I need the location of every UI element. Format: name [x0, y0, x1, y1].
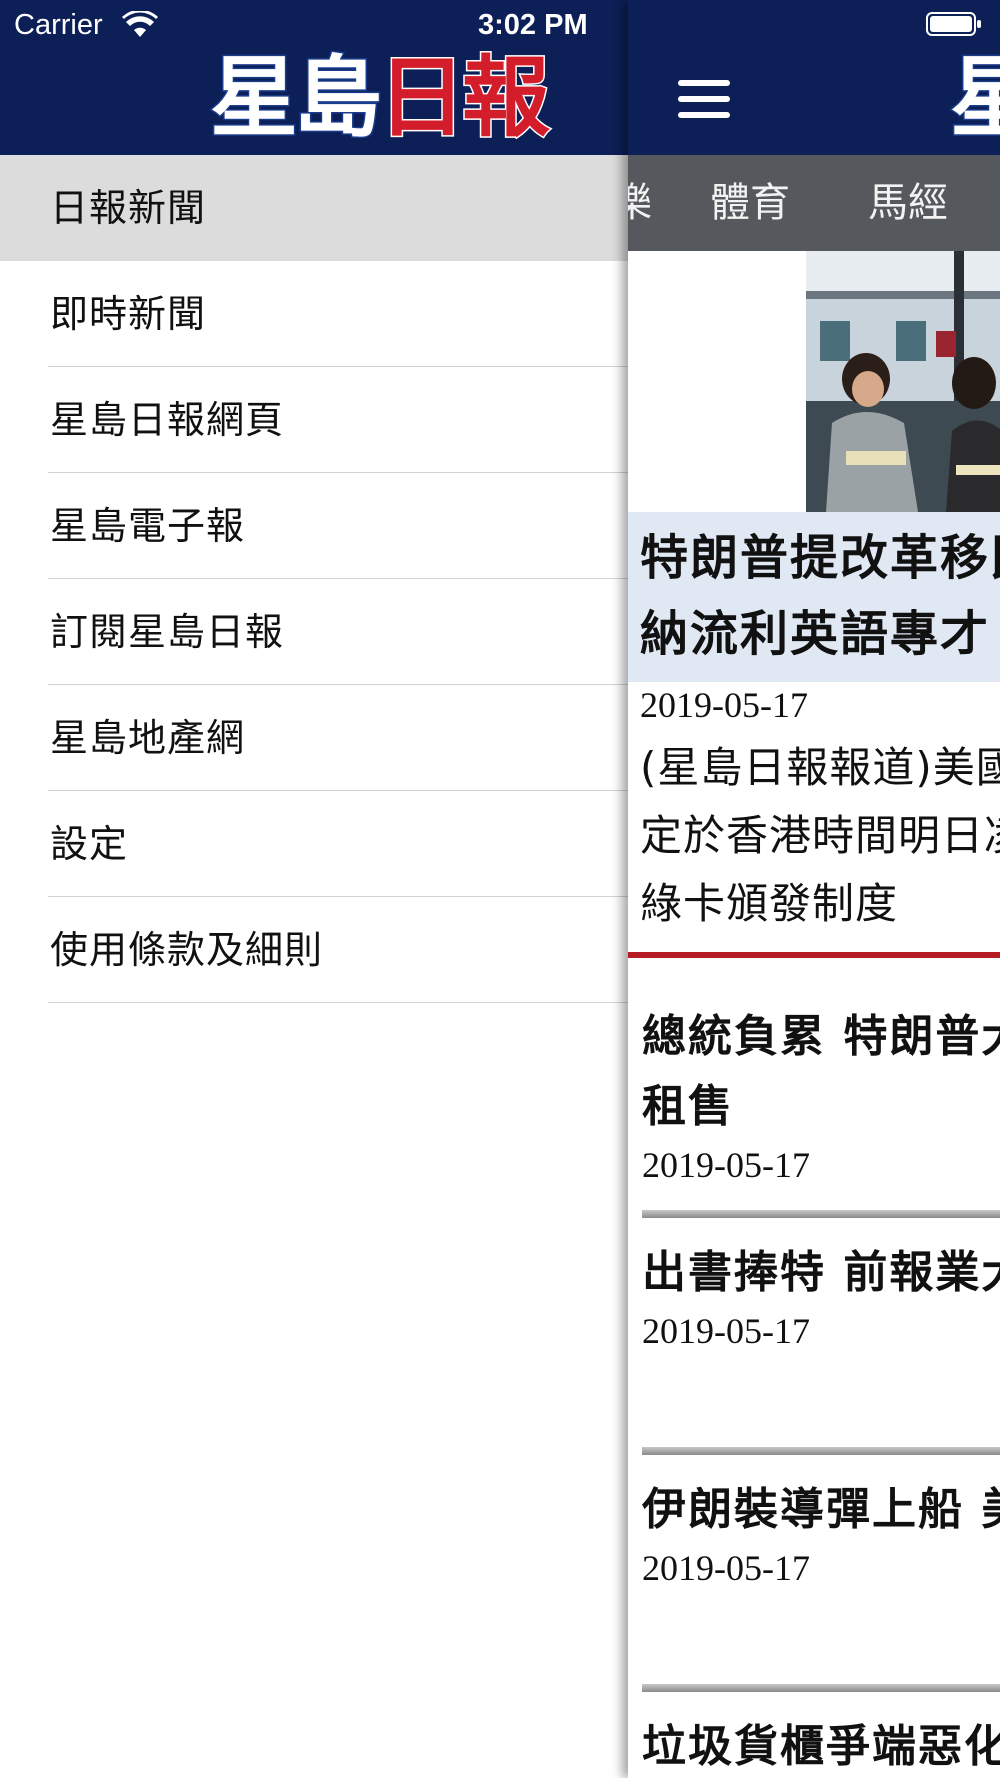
article-date: 2019-05-17: [642, 1311, 810, 1351]
sing-tao-logo: 星島 日報: [208, 46, 552, 149]
divider: [48, 1002, 628, 1003]
logo-text-part2: 日報: [377, 46, 552, 149]
menu-item-settings[interactable]: 設定: [0, 791, 628, 897]
hero-summary: (星島日報報道)美國總統特朗普定於香港時間明日凌晨，改革綠卡頒發制度: [640, 743, 1000, 928]
tab-sports[interactable]: 體育: [710, 155, 790, 251]
hero-date: 2019-05-17: [640, 685, 808, 725]
menu-item-epaper[interactable]: 星島電子報: [0, 473, 628, 579]
tab-entertainment[interactable]: 樂: [628, 155, 652, 251]
menu-item-website[interactable]: 星島日報網頁: [0, 367, 628, 473]
article-title: 出書捧特 前報業大亨獲特赦: [642, 1247, 1000, 1298]
article-divider: [642, 1684, 1000, 1692]
drawer-header: Carrier 3:02 PM 星島 日報: [0, 0, 628, 155]
menu-item-label: 日報新聞: [50, 186, 207, 230]
article-title: 伊朗裝導彈上船 美增兵中東: [642, 1484, 1000, 1535]
article-date: 2019-05-17: [642, 1145, 810, 1185]
article-item[interactable]: 垃圾貨櫃爭端惡化: [642, 1712, 1000, 1778]
red-divider: [628, 952, 1000, 958]
hero-news-image[interactable]: [806, 251, 1000, 512]
battery-icon: [926, 12, 981, 36]
article-item[interactable]: 伊朗裝導彈上船 美增兵中東 2019-05-17: [642, 1475, 1000, 1589]
menu-item-label: 星島地產網: [50, 716, 246, 760]
tab-racing[interactable]: 馬經: [868, 155, 948, 251]
drawer-menu: 日報新聞 即時新聞 星島日報網頁 星島電子報 訂閱星島日報 星島地產網 設定 使…: [0, 155, 628, 1003]
panel-header: 星: [628, 0, 1000, 155]
menu-item-property[interactable]: 星島地產網: [0, 685, 628, 791]
menu-item-label: 使用條款及細則: [50, 928, 324, 972]
wifi-icon: [122, 11, 158, 37]
menu-item-instant-news[interactable]: 即時新聞: [0, 261, 628, 367]
sing-tao-logo-peek: 星: [948, 46, 1000, 149]
article-title: 垃圾貨櫃爭端惡化: [642, 1721, 1000, 1772]
news-panel[interactable]: 星 樂 體育 馬經 特朗普提改革移民制度 吸納流利英語專才 2019-05-17: [628, 0, 1000, 1778]
menu-item-label: 星島日報網頁: [50, 398, 285, 442]
article-title: 總統負累 特朗普大廈單位難租售: [642, 1011, 1000, 1132]
menu-item-subscribe[interactable]: 訂閱星島日報: [0, 579, 628, 685]
logo-text-part1: 星島: [208, 46, 383, 149]
hero-title-box[interactable]: 特朗普提改革移民制度 吸納流利英語專才: [628, 512, 1000, 682]
menu-item-label: 星島電子報: [50, 504, 246, 548]
status-carrier: Carrier: [14, 9, 103, 41]
menu-item-label: 訂閱星島日報: [50, 610, 285, 654]
article-divider: [642, 1447, 1000, 1455]
menu-item-daily-news[interactable]: 日報新聞: [0, 155, 628, 261]
menu-item-label: 即時新聞: [50, 292, 207, 336]
menu-item-terms[interactable]: 使用條款及細則: [0, 897, 628, 1003]
side-drawer: Carrier 3:02 PM 星島 日報 日報新聞 即時新聞 星島日報網頁 星島…: [0, 0, 628, 1778]
article-divider: [642, 1210, 1000, 1218]
article-date: 2019-05-17: [642, 1548, 810, 1588]
article-item[interactable]: 出書捧特 前報業大亨獲特赦 2019-05-17: [642, 1238, 1000, 1352]
hero-headline: 特朗普提改革移民制度 吸納流利英語專才: [640, 530, 1000, 662]
status-time: 3:02 PM: [478, 9, 588, 41]
category-tabbar: 樂 體育 馬經: [628, 155, 1000, 251]
article-item[interactable]: 總統負累 特朗普大廈單位難租售 2019-05-17: [642, 1002, 1000, 1186]
hamburger-menu-icon[interactable]: [678, 80, 732, 120]
menu-item-label: 設定: [50, 822, 129, 866]
